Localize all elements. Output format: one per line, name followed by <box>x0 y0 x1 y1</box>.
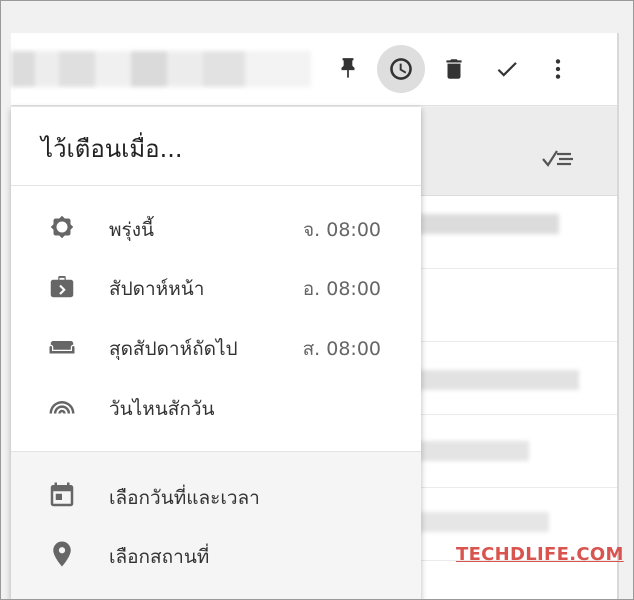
snooze-option-someday[interactable]: วันไหนสักวัน <box>11 378 421 436</box>
divider <box>617 33 619 599</box>
list-row[interactable] <box>419 196 617 269</box>
option-time: จ. 08:00 <box>303 219 381 241</box>
trash-icon[interactable] <box>430 45 478 93</box>
pick-place-option[interactable]: เลือกสถานที่ <box>11 526 421 584</box>
window-frame: ไว้เตือนเมื่อ... พรุ่งนี้ จ. 08:00 สัปดา… <box>0 0 634 600</box>
rainbow-icon <box>47 391 77 421</box>
option-label: เลือกสถานที่ <box>109 546 210 568</box>
couch-icon <box>47 331 77 361</box>
list-row[interactable] <box>419 269 617 342</box>
list-header <box>419 107 617 196</box>
more-vert-icon[interactable] <box>534 45 582 93</box>
list-row[interactable] <box>419 342 617 415</box>
sun-icon <box>47 212 77 242</box>
check-icon[interactable] <box>483 45 531 93</box>
menu-title: ไว้เตือนเมื่อ... <box>41 135 183 163</box>
list-row[interactable] <box>419 415 617 488</box>
menu-extra-section: เลือกวันที่และเวลา เลือกสถานที่ <box>11 451 421 599</box>
pin-icon[interactable] <box>324 45 372 93</box>
watermark: TECHDLIFE.COM <box>456 544 624 565</box>
option-label: วันไหนสักวัน <box>109 398 215 420</box>
location-pin-icon <box>47 539 77 569</box>
option-time: ส. 08:00 <box>302 338 381 360</box>
message-header-toolbar <box>11 33 617 106</box>
snooze-option-next-week[interactable]: สัปดาห์หน้า อ. 08:00 <box>11 258 421 316</box>
briefcase-icon <box>47 271 77 301</box>
calendar-icon <box>47 480 77 510</box>
option-label: สัปดาห์หน้า <box>109 278 205 300</box>
option-label: พรุ่งนี้ <box>109 219 154 241</box>
snooze-menu: ไว้เตือนเมื่อ... พรุ่งนี้ จ. 08:00 สัปดา… <box>11 107 421 599</box>
snooze-clock-icon[interactable] <box>377 45 425 93</box>
option-label: สุดสัปดาห์ถัดไป <box>109 338 238 360</box>
done-all-icon[interactable] <box>541 143 581 171</box>
pick-date-time-option[interactable]: เลือกวันที่และเวลา <box>11 467 421 525</box>
snooze-option-tomorrow[interactable]: พรุ่งนี้ จ. 08:00 <box>11 199 421 257</box>
snooze-option-next-weekend[interactable]: สุดสัปดาห์ถัดไป ส. 08:00 <box>11 318 421 376</box>
blurred-subject <box>11 51 311 87</box>
top-strip <box>1 1 633 33</box>
divider <box>11 185 421 186</box>
option-label: เลือกวันที่และเวลา <box>109 487 260 509</box>
divider <box>11 451 421 452</box>
option-time: อ. 08:00 <box>302 278 381 300</box>
background-message-list <box>419 107 619 599</box>
